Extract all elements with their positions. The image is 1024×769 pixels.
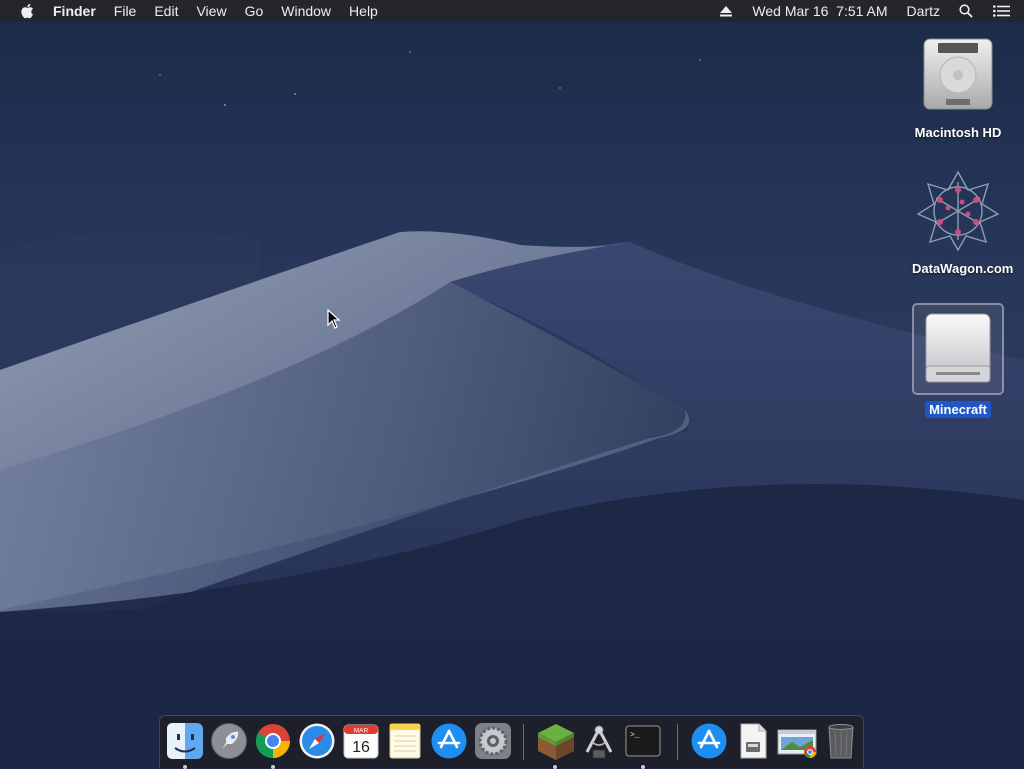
mouse-cursor-icon — [327, 309, 341, 329]
dock: MAR 16 >_ — [159, 715, 864, 769]
menu-bar-extras: Wed Mar 16 7:51 AM Dartz — [710, 0, 1024, 22]
dock-terminal[interactable]: >_ — [624, 722, 662, 769]
hard-drive-icon — [914, 30, 1002, 118]
dock-chrome[interactable] — [254, 722, 292, 769]
dock-chrome-apps-stack[interactable] — [776, 722, 820, 760]
apple-logo-icon[interactable] — [0, 3, 44, 19]
app-store-icon — [431, 723, 467, 759]
dock-safari[interactable] — [298, 722, 336, 760]
dock-separator — [523, 724, 524, 760]
desktop-icon-label: Minecraft — [925, 401, 991, 418]
notes-icon — [389, 723, 421, 759]
external-drive-icon — [912, 303, 1004, 395]
terminal-icon: >_ — [625, 725, 661, 757]
calendar-icon: MAR 16 — [343, 724, 379, 759]
menu-bar: Finder File Edit View Go Window Help Wed… — [0, 0, 1024, 22]
dock-downloads-stack[interactable] — [690, 722, 728, 760]
dock-launchpad[interactable] — [210, 722, 248, 760]
caliper-icon — [585, 725, 613, 759]
running-indicator — [183, 765, 187, 769]
desktop-icon-macintosh-hd[interactable]: Macintosh HD — [908, 30, 1008, 141]
menu-user[interactable]: Dartz — [898, 0, 949, 22]
dock-document-stack[interactable] — [734, 722, 772, 760]
running-indicator — [553, 765, 557, 769]
menu-clock[interactable]: Wed Mar 16 7:51 AM — [742, 0, 897, 22]
calendar-day: 16 — [352, 739, 370, 756]
eject-icon[interactable] — [710, 5, 742, 17]
menu-app-name[interactable]: Finder — [44, 0, 105, 22]
running-indicator — [271, 765, 275, 769]
menu-help[interactable]: Help — [340, 0, 387, 22]
rocket-icon — [211, 723, 247, 759]
grass-block-icon — [538, 724, 574, 760]
app-store-folder-icon — [691, 723, 727, 759]
dock-system-preferences[interactable] — [474, 722, 512, 760]
dock-trash[interactable] — [822, 722, 860, 760]
list-icon[interactable] — [983, 5, 1024, 17]
chrome-window-icon — [777, 729, 817, 758]
menu-edit[interactable]: Edit — [145, 0, 187, 22]
desktop-icon-datawagon[interactable]: DataWagon.com — [908, 166, 1013, 277]
dock-finder[interactable] — [166, 722, 204, 769]
dock-notes[interactable] — [386, 722, 424, 760]
datawagon-logo-icon — [914, 166, 1002, 254]
menu-view[interactable]: View — [187, 0, 235, 22]
finder-icon — [167, 723, 203, 759]
dock-calendar[interactable]: MAR 16 — [342, 722, 380, 760]
calendar-month: MAR — [354, 728, 369, 735]
running-indicator — [641, 765, 645, 769]
dock-separator — [677, 724, 678, 760]
chrome-icon — [255, 724, 290, 759]
dock-instruments[interactable] — [580, 722, 618, 760]
search-icon[interactable] — [949, 4, 983, 18]
desktop-icon-label: Macintosh HD — [914, 125, 1002, 140]
menu-go[interactable]: Go — [236, 0, 273, 22]
compass-icon — [299, 723, 335, 759]
desktop-icon-minecraft[interactable]: Minecraft — [908, 303, 1008, 418]
dock-minecraft[interactable] — [536, 722, 574, 769]
gear-icon — [475, 723, 511, 759]
trash-icon — [828, 724, 854, 759]
menu-file[interactable]: File — [105, 0, 146, 22]
menu-window[interactable]: Window — [272, 0, 340, 22]
desktop-wallpaper — [0, 51, 1024, 768]
desktop-icon-label: DataWagon.com — [912, 261, 1014, 276]
document-icon — [740, 723, 767, 759]
terminal-prompt: >_ — [630, 731, 640, 740]
dock-app-store[interactable] — [430, 722, 468, 760]
